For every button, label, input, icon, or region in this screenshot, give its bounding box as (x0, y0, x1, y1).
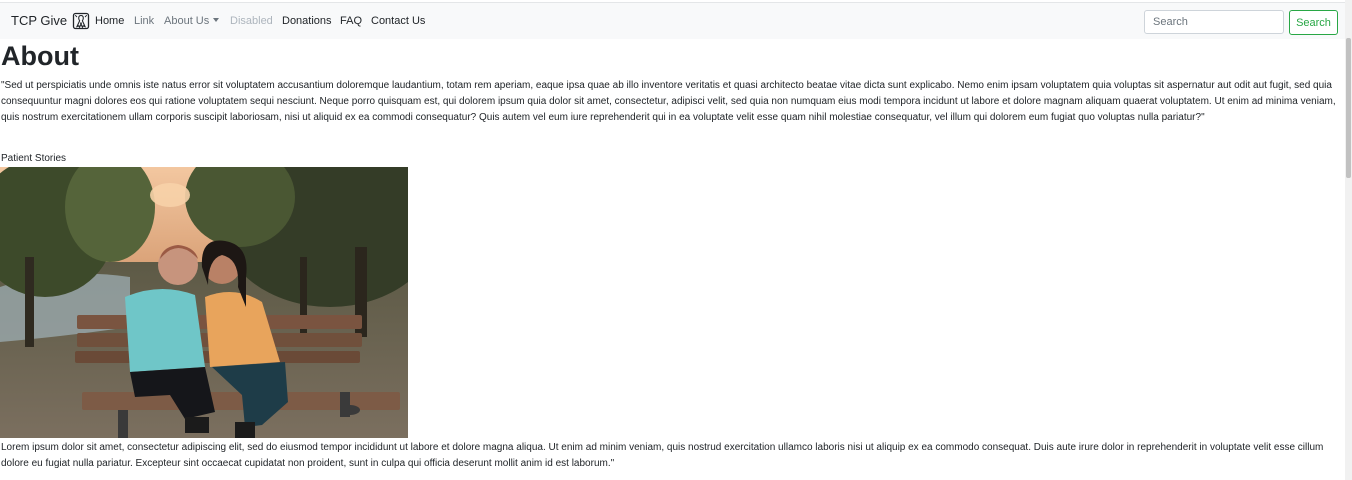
nav-faq[interactable]: FAQ (340, 15, 362, 27)
search-button[interactable]: Search (1289, 10, 1338, 35)
nav-home[interactable]: Home (95, 15, 124, 27)
patient-story-paragraph: Lorem ipsum dolor sit amet, consectetur … (1, 442, 1324, 469)
nav-disabled: Disabled (230, 15, 273, 27)
top-navbar: TCP Give Home Link About Us Disabled Don… (0, 2, 1345, 39)
nav-contact-us[interactable]: Contact Us (371, 15, 425, 27)
patient-story-photo (0, 167, 408, 438)
ribbon-logo-icon[interactable] (72, 12, 90, 30)
page-title: About (1, 41, 79, 71)
scrollbar-thumb[interactable] (1346, 38, 1351, 178)
nav-link[interactable]: Link (134, 15, 154, 27)
caret-down-icon (213, 18, 220, 22)
nav-about-us-label: About Us (164, 15, 210, 27)
nav-donations[interactable]: Donations (282, 15, 332, 27)
patient-story-photo-graphic (0, 167, 408, 438)
page-scrollbar[interactable] (1345, 0, 1352, 480)
nav-about-us-dropdown[interactable]: About Us (164, 15, 220, 27)
brand-link[interactable]: TCP Give (11, 13, 67, 28)
patient-stories-heading: Patient Stories (1, 153, 67, 164)
search-input[interactable] (1144, 10, 1284, 34)
about-paragraph: "Sed ut perspiciatis unde omnis iste nat… (1, 80, 1336, 123)
